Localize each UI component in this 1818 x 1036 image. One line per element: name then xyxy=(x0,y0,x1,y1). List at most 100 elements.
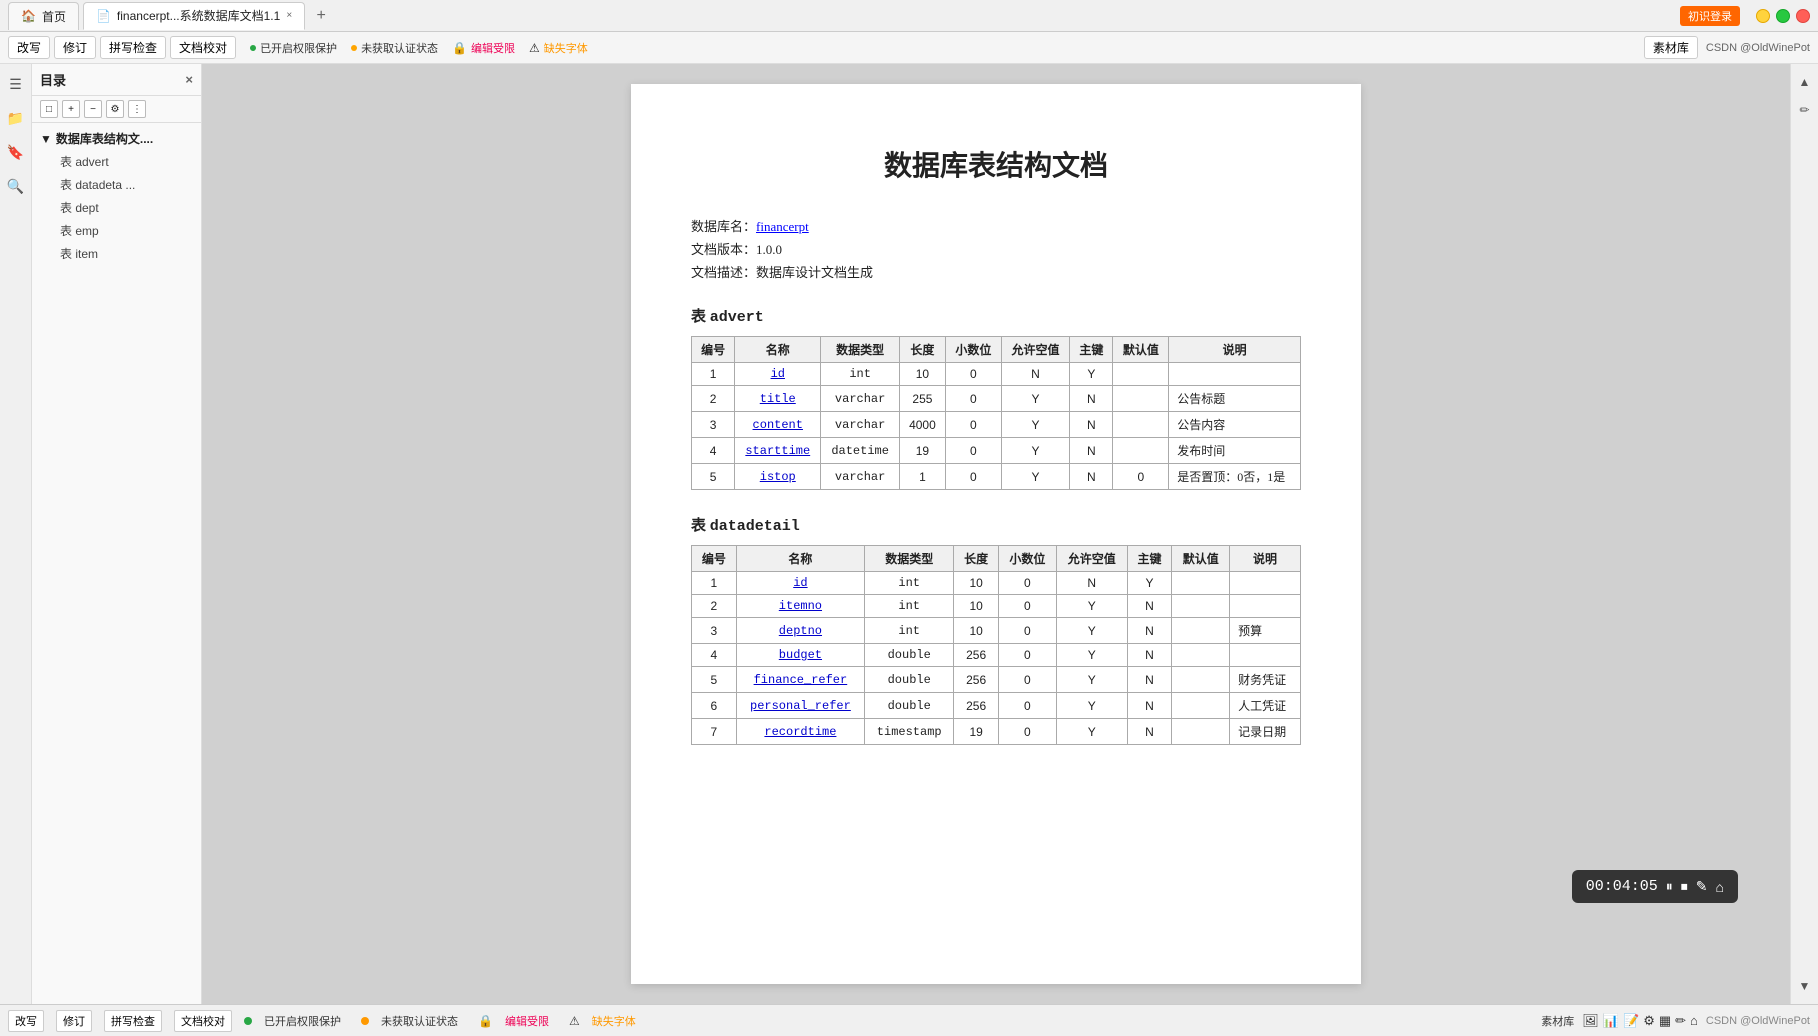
tab-bar: 🏠 首页 📄 financerpt...系统数据库文档1.1 × + xyxy=(8,2,1680,30)
th2-default: 默认值 xyxy=(1172,546,1230,572)
status-doccheck-btn[interactable]: 文档校对 xyxy=(174,1010,232,1032)
icon-gear[interactable]: ⚙ xyxy=(1643,1013,1655,1029)
section-datadetail-name: datadetail xyxy=(710,518,800,535)
table-datadetail: 编号 名称 数据类型 长度 小数位 允许空值 主键 默认值 说明 1 id xyxy=(691,545,1301,745)
doc-title: 数据库表结构文档 xyxy=(691,144,1301,184)
tab-home[interactable]: 🏠 首页 xyxy=(8,2,79,30)
table-row: 1 id int 10 0 N Y xyxy=(692,363,1301,386)
login-button[interactable]: 初识登录 xyxy=(1680,6,1740,26)
status-revise-btn[interactable]: 修订 xyxy=(56,1010,92,1032)
close-btn[interactable] xyxy=(1796,9,1810,23)
pen-btn[interactable]: ✏ xyxy=(1795,100,1815,120)
table-row: 4 starttime datetime 19 0 Y N 发布时间 xyxy=(692,438,1301,464)
th-decimal: 小数位 xyxy=(945,337,1001,363)
font-icon: ⚠ xyxy=(529,41,540,55)
sidebar-title: 目录 xyxy=(40,70,66,89)
status-auth-label: 未获取认证状态 xyxy=(381,1013,458,1029)
tree-item-emp[interactable]: 表 emp xyxy=(32,219,201,242)
material-btn[interactable]: 素材库 xyxy=(1644,36,1698,59)
icon-text[interactable]: 📝 xyxy=(1623,1013,1639,1029)
sidebar-add-btn[interactable]: + xyxy=(62,100,80,118)
tab-doc[interactable]: 📄 financerpt...系统数据库文档1.1 × xyxy=(83,2,305,30)
th-no: 编号 xyxy=(692,337,735,363)
left-icon-bar: ☰ 📁 🔖 🔍 xyxy=(0,64,32,1004)
table-row: 7 recordtime timestamp 19 0 Y N 记录日期 xyxy=(692,719,1301,745)
meta-version-label: 文档版本： xyxy=(691,242,756,257)
sidebar-collapse-btn[interactable]: □ xyxy=(40,100,58,118)
table-row: 5 finance_refer double 256 0 Y N 财务凭证 xyxy=(692,667,1301,693)
meta-db-label: 数据库名： xyxy=(691,219,756,234)
tree-root-label: 数据库表结构文.... xyxy=(56,130,153,147)
th2-type: 数据类型 xyxy=(865,546,954,572)
table-row: 3 deptno int 10 0 Y N 预算 xyxy=(692,618,1301,644)
lock-icon: 🔒 xyxy=(452,41,467,55)
sidebar-menu-btn[interactable]: ⋮ xyxy=(128,100,146,118)
status-change-btn[interactable]: 改写 xyxy=(8,1010,44,1032)
icon-pen[interactable]: ✏ xyxy=(1675,1013,1686,1029)
section-datadetail: 表 datadetail xyxy=(691,514,1301,535)
list-icon-btn[interactable]: ☰ xyxy=(4,72,28,96)
maximize-btn[interactable] xyxy=(1776,9,1790,23)
icon-img[interactable]: 🖼 xyxy=(1582,1013,1599,1029)
title-bar: 🏠 首页 📄 financerpt...系统数据库文档1.1 × + 初识登录 xyxy=(0,0,1818,32)
sidebar-close-btn[interactable]: × xyxy=(185,72,193,87)
toolbar: 改写 修订 拼写检查 文档校对 已开启权限保护 未获取认证状态 🔒 编辑受限 ⚠… xyxy=(0,32,1818,64)
tab-doc-label: financerpt...系统数据库文档1.1 xyxy=(117,7,280,24)
meta-version-value: 1.0.0 xyxy=(756,242,782,257)
saved-label: 已开启权限保护 xyxy=(260,40,337,56)
scroll-down-btn[interactable]: ▼ xyxy=(1795,976,1815,996)
scroll-up-btn[interactable]: ▲ xyxy=(1795,72,1815,92)
status-font-label: 缺失字体 xyxy=(592,1013,636,1029)
change-btn[interactable]: 改写 xyxy=(8,36,50,59)
timer-stop-btn[interactable]: ⏹ xyxy=(1681,878,1688,895)
sidebar-header: 目录 × xyxy=(32,64,201,96)
icon-table[interactable]: 📊 xyxy=(1603,1013,1619,1029)
sidebar-tree: ▼ 数据库表结构文.... 表 advert 表 datadeta ... 表 … xyxy=(32,123,201,1004)
status-spell-btn[interactable]: 拼写检查 xyxy=(104,1010,162,1032)
doc-page: 数据库表结构文档 数据库名：financerpt 文档版本：1.0.0 文档描述… xyxy=(631,84,1361,984)
th-pk: 主键 xyxy=(1070,337,1113,363)
timer-home-btn[interactable]: ⌂ xyxy=(1716,879,1724,895)
table-row: 3 content varchar 4000 0 Y N 公告内容 xyxy=(692,412,1301,438)
th-default: 默认值 xyxy=(1113,337,1169,363)
status-material-btn[interactable]: 素材库 xyxy=(1541,1013,1574,1029)
th2-name: 名称 xyxy=(736,546,864,572)
tree-item-root[interactable]: ▼ 数据库表结构文.... xyxy=(32,127,201,150)
status-bar: 改写 修订 拼写检查 文档校对 已开启权限保护 未获取认证状态 🔒 编辑受限 ⚠… xyxy=(0,1004,1818,1036)
th2-decimal: 小数位 xyxy=(998,546,1056,572)
tab-close-btn[interactable]: × xyxy=(286,10,292,21)
meta-db-value[interactable]: financerpt xyxy=(756,219,809,234)
right-panel: ▲ ✏ ▼ xyxy=(1790,64,1818,1004)
timer-pause-btn[interactable]: ⏸ xyxy=(1666,878,1673,895)
sidebar-toolbar: □ + − ⚙ ⋮ xyxy=(32,96,201,123)
timer-display: 00:04:05 xyxy=(1586,878,1658,895)
font-label: 缺失字体 xyxy=(544,40,588,56)
home-icon: 🏠 xyxy=(21,9,36,23)
spell-btn[interactable]: 拼写检查 xyxy=(100,36,166,59)
section-advert: 表 advert xyxy=(691,305,1301,326)
th2-pk: 主键 xyxy=(1127,546,1172,572)
tree-dept-label: 表 dept xyxy=(60,199,99,216)
tree-advert-label: 表 advert xyxy=(60,153,109,170)
icon-home2[interactable]: ⌂ xyxy=(1690,1013,1698,1029)
revise-btn[interactable]: 修订 xyxy=(54,36,96,59)
folder-icon-btn[interactable]: 📁 xyxy=(4,106,28,130)
search-icon-btn[interactable]: 🔍 xyxy=(4,174,28,198)
meta-desc-label: 文档描述： xyxy=(691,265,756,280)
timer-edit-btn[interactable]: ✎ xyxy=(1696,878,1708,895)
minimize-btn[interactable] xyxy=(1756,9,1770,23)
icon-grid[interactable]: ▦ xyxy=(1659,1013,1671,1029)
tree-item-datadetail[interactable]: 表 datadeta ... xyxy=(32,173,201,196)
sidebar-settings-btn[interactable]: ⚙ xyxy=(106,100,124,118)
table-row: 5 istop varchar 1 0 Y N 0 是否置顶：0否，1是 xyxy=(692,464,1301,490)
tree-item-item[interactable]: 表 item xyxy=(32,242,201,265)
tab-home-label: 首页 xyxy=(42,8,66,25)
tree-item-advert[interactable]: 表 advert xyxy=(32,150,201,173)
new-tab-btn[interactable]: + xyxy=(309,4,333,28)
status-saved-label: 已开启权限保护 xyxy=(264,1013,341,1029)
sidebar-minus-btn[interactable]: − xyxy=(84,100,102,118)
th2-desc: 说明 xyxy=(1230,546,1301,572)
bookmark-icon-btn[interactable]: 🔖 xyxy=(4,140,28,164)
tree-item-dept[interactable]: 表 dept xyxy=(32,196,201,219)
doccheck-btn[interactable]: 文档校对 xyxy=(170,36,236,59)
